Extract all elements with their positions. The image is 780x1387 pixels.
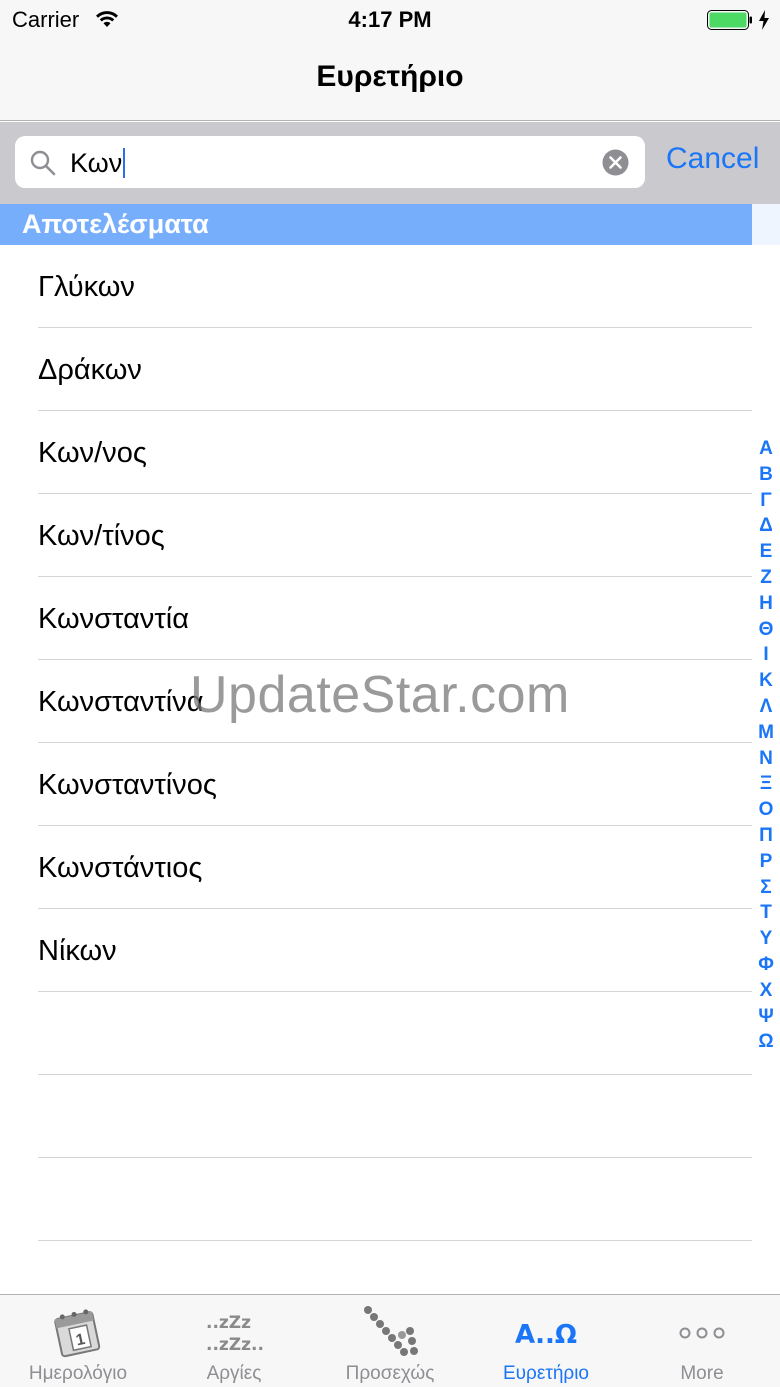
index-letter[interactable]: Η: [752, 591, 780, 617]
search-input[interactable]: Κων: [15, 136, 645, 188]
list-item[interactable]: Κωνσταντία: [0, 577, 752, 660]
row-separator: [38, 1240, 752, 1241]
empty-list-item: [0, 992, 752, 1075]
index-letter[interactable]: Μ: [752, 720, 780, 746]
list-item-label: Δράκων: [38, 354, 142, 386]
index-letter[interactable]: Ρ: [752, 849, 780, 875]
list-item-label: Γλύκων: [38, 271, 135, 303]
index-header-strip: [752, 204, 780, 245]
section-title: Αποτελέσματα: [22, 209, 209, 239]
svg-text:..zZz: ..zZz: [206, 1313, 251, 1333]
index-letter[interactable]: Θ: [752, 617, 780, 643]
index-letter[interactable]: Λ: [752, 694, 780, 720]
cancel-button[interactable]: Cancel: [666, 142, 759, 176]
results-list: Γλύκων Δράκων Κων/νος Κων/τίνος Κωνσταντ…: [0, 245, 752, 1241]
search-query: Κων: [70, 148, 126, 179]
tab-label: More: [680, 1363, 724, 1384]
index-letter[interactable]: Ω: [752, 1029, 780, 1055]
tab-index[interactable]: Α..Ω Ευρετήριο: [468, 1295, 624, 1387]
navigation-bar: Ευρετήριο: [0, 40, 780, 121]
empty-list-item: [0, 1158, 752, 1241]
list-item[interactable]: Γλύκων: [0, 245, 752, 328]
index-letter[interactable]: Ζ: [752, 565, 780, 591]
tab-calendar[interactable]: 1 Ημερολόγιο: [0, 1295, 156, 1387]
list-item[interactable]: Κων/τίνος: [0, 494, 752, 577]
alpha-omega-icon: Α..Ω: [515, 1320, 577, 1350]
list-item-label: Κωνσταντίνος: [38, 769, 217, 801]
tab-label: Αργίες: [206, 1363, 262, 1384]
list-item[interactable]: Κων/νος: [0, 411, 752, 494]
tab-label: Προσεχώς: [345, 1363, 435, 1384]
tab-label: Ημερολόγιο: [28, 1363, 128, 1384]
index-letter[interactable]: Ι: [752, 642, 780, 668]
index-letter[interactable]: Γ: [752, 488, 780, 514]
watermark: UpdateStar.com: [190, 666, 570, 724]
index-letter[interactable]: Τ: [752, 900, 780, 926]
index-letter[interactable]: Α: [752, 436, 780, 462]
svg-text:..zZz..: ..zZz..: [206, 1335, 264, 1355]
list-item[interactable]: Κωνστάντιος: [0, 826, 752, 909]
index-letter[interactable]: Φ: [752, 952, 780, 978]
results-section-header: Αποτελέσματα: [0, 204, 752, 245]
more-dots-icon: [679, 1327, 725, 1339]
index-letter[interactable]: Π: [752, 823, 780, 849]
list-item-label: Κων/νος: [38, 437, 147, 469]
list-item[interactable]: Νίκων: [0, 909, 752, 992]
search-icon: [30, 150, 56, 176]
index-letter[interactable]: Χ: [752, 978, 780, 1004]
status-bar: Carrier 4:17 PM: [0, 0, 780, 40]
list-item[interactable]: Κωνσταντίνος: [0, 743, 752, 826]
list-item-label: Κωνσταντίνα: [38, 686, 204, 718]
tab-bar: 1 Ημερολόγιο ..zZz ..zZz.. Αργίες Προσεχ…: [0, 1294, 780, 1387]
index-letter[interactable]: Δ: [752, 513, 780, 539]
tab-more[interactable]: More: [624, 1295, 780, 1387]
index-letter[interactable]: Σ: [752, 875, 780, 901]
text-caret: [123, 148, 126, 178]
tab-upcoming[interactable]: Προσεχώς: [312, 1295, 468, 1387]
index-letter[interactable]: Υ: [752, 926, 780, 952]
index-letter[interactable]: Β: [752, 462, 780, 488]
index-letter[interactable]: Ν: [752, 746, 780, 772]
charging-bolt-icon: [759, 10, 769, 30]
section-index[interactable]: Α Β Γ Δ Ε Ζ Η Θ Ι Κ Λ Μ Ν Ξ Ο Π Ρ Σ Τ Υ …: [752, 436, 780, 1055]
alpha-omega-text: Α..Ω: [515, 1320, 577, 1350]
status-time: 4:17 PM: [348, 7, 432, 32]
list-item-label: Νίκων: [38, 935, 117, 967]
upcoming-dots-icon: [364, 1306, 418, 1356]
clear-search-icon[interactable]: [602, 149, 629, 176]
list-item-label: Κωνσταντία: [38, 603, 190, 635]
index-letter[interactable]: Κ: [752, 668, 780, 694]
list-item[interactable]: Δράκων: [0, 328, 752, 411]
tab-holidays[interactable]: ..zZz ..zZz.. Αργίες: [156, 1295, 312, 1387]
index-letter[interactable]: Ε: [752, 539, 780, 565]
search-bar: Κων Cancel: [0, 122, 780, 204]
list-item-label: Κωνστάντιος: [38, 852, 203, 884]
empty-list-item: [0, 1075, 752, 1158]
tab-label: Ευρετήριο: [502, 1363, 589, 1384]
list-item-label: Κων/τίνος: [38, 520, 165, 552]
sleep-zzz-icon: ..zZz ..zZz..: [206, 1313, 264, 1355]
battery-icon: [707, 10, 752, 30]
calendar-icon: 1: [54, 1309, 101, 1358]
index-letter[interactable]: Ο: [752, 797, 780, 823]
index-letter[interactable]: Ξ: [752, 771, 780, 797]
index-letter[interactable]: Ψ: [752, 1004, 780, 1030]
page-title: Ευρετήριο: [316, 60, 464, 93]
